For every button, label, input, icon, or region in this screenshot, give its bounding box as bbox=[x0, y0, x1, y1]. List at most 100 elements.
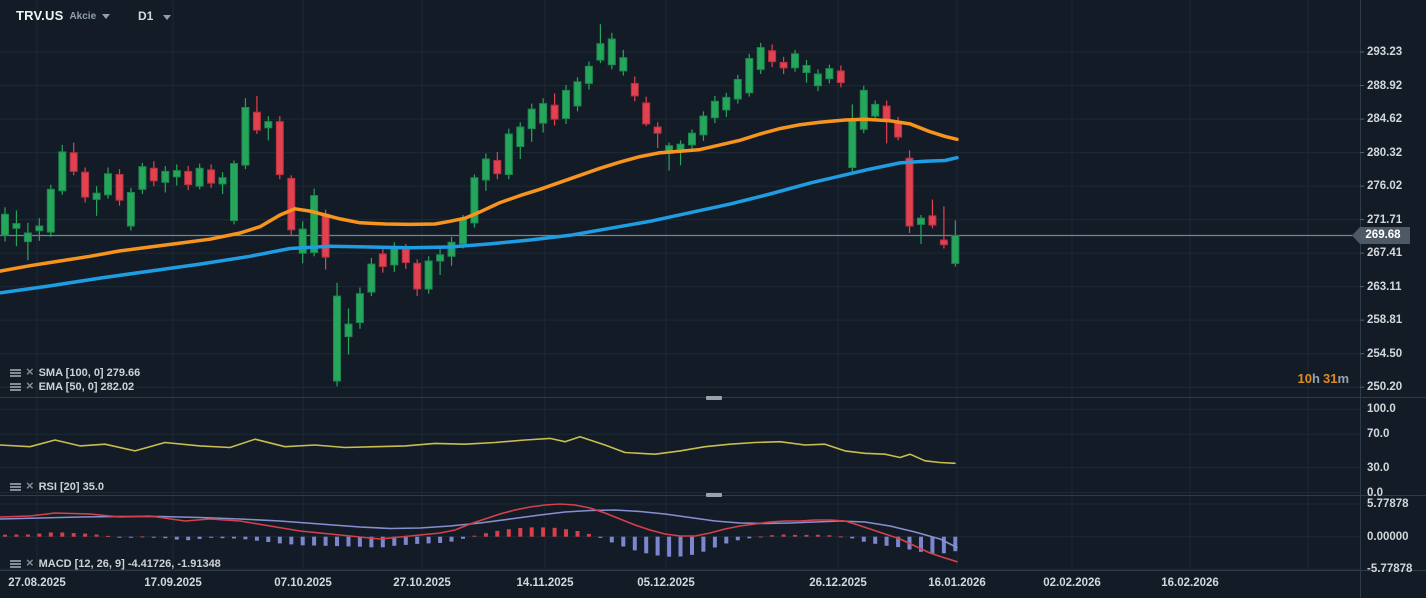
macd-histogram-bar bbox=[735, 536, 740, 541]
candle-body bbox=[802, 65, 811, 73]
candle-body bbox=[905, 157, 914, 227]
price-axis-label: 271.71 bbox=[1367, 213, 1403, 226]
macd-histogram-bar bbox=[586, 533, 591, 537]
candle-body bbox=[126, 192, 135, 227]
macd-histogram-bar bbox=[300, 536, 305, 546]
macd-histogram-bar bbox=[357, 536, 362, 547]
macd-histogram-bar bbox=[151, 536, 156, 538]
candle-body bbox=[882, 105, 891, 122]
candle-body bbox=[161, 170, 170, 183]
date-axis-label: 16.01.2026 bbox=[928, 577, 986, 589]
candle-body bbox=[939, 239, 948, 246]
macd-histogram-bar bbox=[266, 536, 271, 542]
candle-body bbox=[1, 213, 9, 236]
candle-body bbox=[527, 108, 536, 130]
candle-body bbox=[275, 121, 284, 176]
macd-histogram-bar bbox=[804, 534, 809, 537]
indicator-remove-icon[interactable]: × bbox=[26, 556, 34, 569]
macd-axis-label: 0.00000 bbox=[1367, 530, 1409, 543]
candle-body bbox=[928, 215, 937, 226]
macd-histogram-bar bbox=[140, 536, 145, 538]
timer-minutes-unit: m bbox=[1337, 371, 1349, 386]
macd-histogram-bar bbox=[186, 536, 191, 541]
macd-histogram-bar bbox=[701, 536, 706, 552]
macd-histogram-bar bbox=[472, 535, 477, 537]
indicator-settings-icon[interactable] bbox=[10, 483, 21, 491]
macd-histogram-bar bbox=[254, 536, 259, 541]
date-axis-label: 17.09.2025 bbox=[144, 577, 202, 589]
instrument-type-label: Akcie bbox=[69, 10, 97, 22]
candle-body bbox=[218, 177, 227, 185]
macd-histogram-bar bbox=[815, 534, 820, 537]
candle-body bbox=[321, 213, 330, 258]
rsi-axis-label: 30.0 bbox=[1367, 461, 1390, 474]
macd-histogram-bar bbox=[197, 536, 202, 539]
candle-body bbox=[378, 253, 387, 267]
macd-histogram-bar bbox=[14, 534, 19, 537]
date-axis-label: 07.10.2025 bbox=[274, 577, 332, 589]
timer-hours-unit: h bbox=[1312, 371, 1320, 386]
candle-body bbox=[172, 170, 181, 178]
macd-histogram-bar bbox=[850, 536, 855, 539]
timeframe-label: D1 bbox=[138, 9, 154, 23]
chart-canvas[interactable] bbox=[0, 0, 1426, 598]
indicator-settings-icon[interactable] bbox=[10, 383, 21, 391]
price-axis-label: 284.62 bbox=[1367, 113, 1403, 126]
macd-histogram-bar bbox=[83, 533, 88, 537]
candle-body bbox=[413, 262, 422, 290]
candle-body bbox=[333, 295, 341, 382]
candle-body bbox=[81, 171, 90, 198]
pane-resize-handle[interactable] bbox=[706, 396, 722, 400]
candle-body bbox=[710, 100, 719, 119]
candle-body bbox=[184, 170, 193, 186]
candle-body bbox=[436, 254, 445, 262]
macd-histogram-bar bbox=[758, 536, 763, 538]
macd-histogram-bar bbox=[873, 536, 878, 544]
macd-label: MACD [12, 26, 9] -4.41726, -1.91348 bbox=[38, 558, 221, 570]
macd-histogram-bar bbox=[781, 534, 786, 537]
symbol-selector[interactable]: TRV.US Akcie bbox=[16, 8, 111, 23]
candle-body bbox=[722, 96, 731, 111]
macd-histogram-bar bbox=[312, 536, 317, 546]
candle-body bbox=[917, 217, 925, 225]
indicator-remove-icon[interactable]: × bbox=[26, 479, 34, 492]
indicator-settings-icon[interactable] bbox=[10, 560, 21, 568]
candle-body bbox=[344, 323, 353, 338]
macd-histogram-bar bbox=[793, 534, 797, 537]
candle-body bbox=[859, 89, 868, 130]
macd-histogram-bar bbox=[953, 536, 958, 552]
pane-resize-handle[interactable] bbox=[706, 493, 722, 497]
candle-body bbox=[459, 217, 467, 245]
macd-histogram-bar bbox=[598, 536, 603, 538]
macd-histogram-bar bbox=[25, 534, 30, 537]
candle-body bbox=[195, 167, 204, 187]
candle-body bbox=[951, 235, 960, 264]
macd-histogram-bar bbox=[655, 536, 660, 556]
ema50-line bbox=[0, 117, 959, 273]
candle-body bbox=[230, 163, 238, 222]
candle-body bbox=[539, 103, 548, 124]
indicator-settings-icon[interactable] bbox=[10, 369, 21, 377]
candle-body bbox=[207, 169, 216, 184]
macd-histogram-bar bbox=[277, 536, 282, 544]
candle-body bbox=[12, 223, 21, 229]
candle-body bbox=[619, 57, 628, 72]
indicator-remove-icon[interactable]: × bbox=[26, 365, 34, 378]
macd-histogram-bar bbox=[483, 533, 488, 537]
candle-body bbox=[493, 160, 502, 175]
candle-body bbox=[699, 115, 708, 136]
macd-histogram-bar bbox=[747, 536, 752, 539]
timer-minutes: 31 bbox=[1322, 371, 1338, 386]
candle-body bbox=[630, 82, 639, 97]
indicator-remove-icon[interactable]: × bbox=[26, 379, 34, 392]
current-price-tag: 269.68 bbox=[1352, 226, 1410, 244]
timeframe-selector[interactable]: D1 bbox=[138, 9, 172, 23]
macd-histogram-bar bbox=[71, 533, 76, 537]
macd-histogram-bar bbox=[335, 536, 339, 547]
price-axis-label: 267.41 bbox=[1367, 247, 1403, 260]
sma-label: SMA [100, 0] 279.66 bbox=[38, 367, 141, 379]
candle-body bbox=[35, 225, 44, 232]
macd-histogram-bar bbox=[438, 536, 443, 543]
price-axis-label: 280.32 bbox=[1367, 146, 1403, 159]
candle-body bbox=[791, 53, 799, 69]
